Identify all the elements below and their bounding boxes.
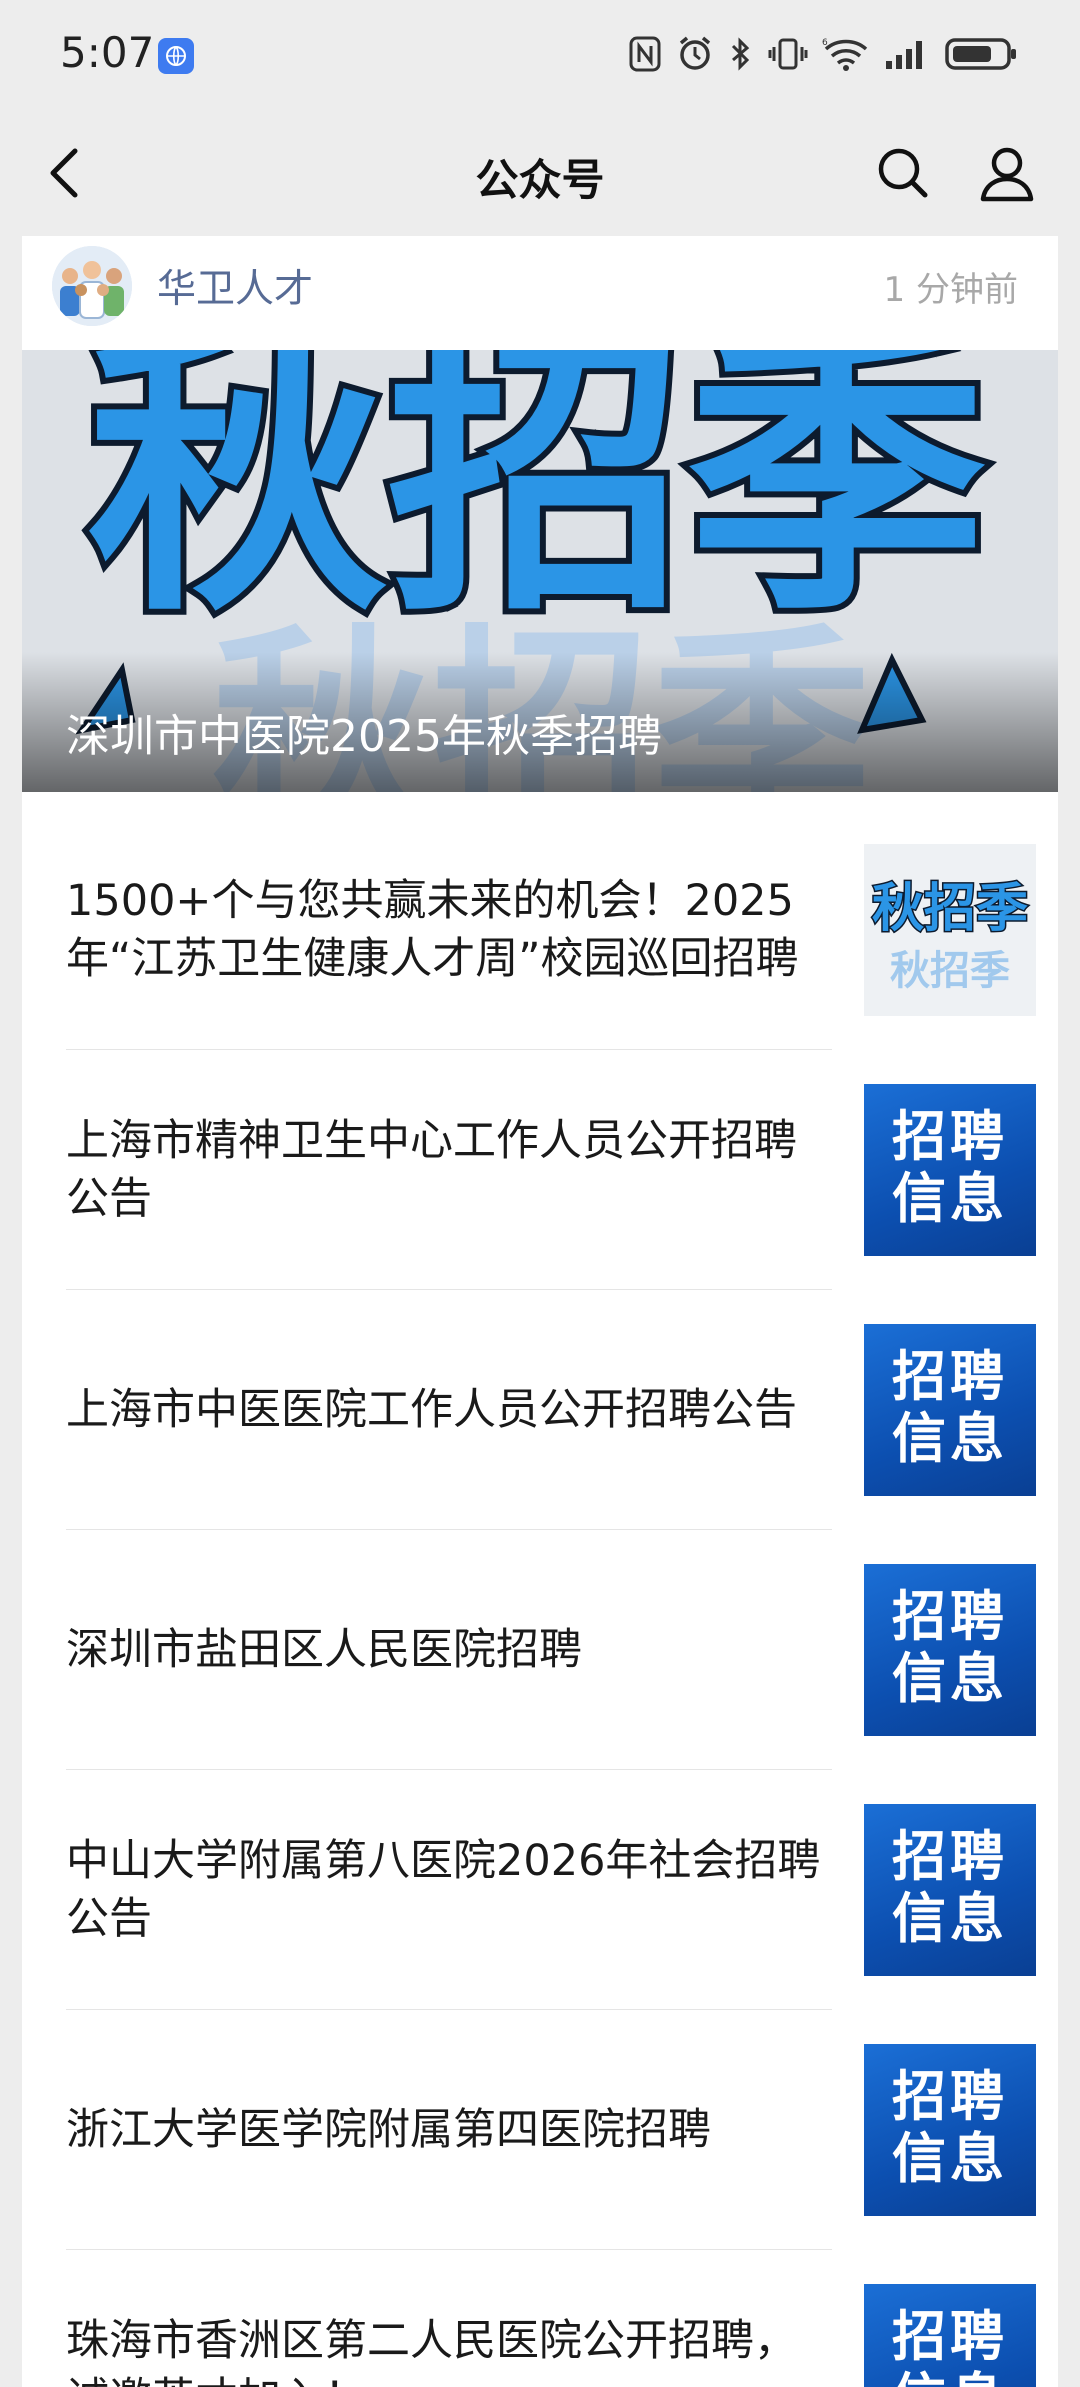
article-title[interactable]: 上海市精神卫生中心工作人员公开招聘公告	[66, 1050, 836, 1290]
browser-app-icon	[158, 38, 194, 74]
list-item[interactable]: 深圳市盐田区人民医院招聘 招聘 信息	[66, 1530, 1036, 1770]
hero-article[interactable]: 秋招季 秋招季 深圳市中医院2025年秋季招聘	[22, 350, 1058, 792]
account-header[interactable]: 华卫人才 1 分钟前	[22, 236, 1058, 350]
search-button[interactable]	[868, 138, 938, 208]
publish-time: 1 分钟前	[883, 270, 1018, 310]
svg-text:秋招季: 秋招季	[890, 948, 1010, 994]
status-time: 5:07	[60, 28, 155, 77]
article-thumbnail: 招聘信息	[864, 1564, 1036, 1736]
user-icon	[980, 147, 1034, 202]
vibrate-icon	[768, 38, 808, 70]
bluetooth-icon	[731, 37, 750, 71]
profile-button[interactable]	[972, 138, 1042, 208]
article-title[interactable]: 珠海市香洲区第二人民医院公开招聘，诚邀英才加入！	[66, 2250, 836, 2387]
article-thumbnail: 招聘信息	[864, 1084, 1036, 1256]
article-title[interactable]: 1500+个与您共赢未来的机会！2025年“江苏卫生健康人才周”校园巡回招聘	[66, 810, 836, 1050]
svg-text:6: 6	[822, 38, 828, 48]
article-thumbnail: 秋招季 秋招季	[864, 844, 1036, 1016]
article-thumbnail: 招聘信息	[864, 2284, 1036, 2387]
svg-text:秋招季: 秋招季	[872, 879, 1028, 939]
article-thumbnail: 招聘信息	[864, 1804, 1036, 1976]
nfc-icon	[629, 36, 661, 72]
alarm-icon	[679, 36, 711, 70]
article-title[interactable]: 浙江大学医学院附属第四医院招聘	[66, 2010, 836, 2250]
search-icon	[878, 148, 928, 198]
account-name[interactable]: 华卫人才	[157, 258, 313, 314]
list-item[interactable]: 浙江大学医学院附属第四医院招聘 招聘 信息	[66, 2010, 1036, 2250]
article-card: 华卫人才 1 分钟前 秋招季 秋招季 深圳市中医院2025年秋季招聘 1500+…	[22, 236, 1058, 2387]
signal-icon	[886, 41, 922, 69]
account-avatar[interactable]	[52, 246, 132, 326]
wifi-icon: 6	[822, 38, 868, 71]
article-title[interactable]: 上海市中医医院工作人员公开招聘公告	[66, 1290, 836, 1530]
article-title[interactable]: 深圳市盐田区人民医院招聘	[66, 1530, 836, 1770]
status-bar: 5:07 6	[0, 0, 1080, 108]
list-item[interactable]: 1500+个与您共赢未来的机会！2025年“江苏卫生健康人才周”校园巡回招聘 秋…	[66, 810, 1036, 1050]
status-icons: 6	[628, 30, 1018, 78]
list-item[interactable]: 上海市精神卫生中心工作人员公开招聘公告 招聘 信息	[66, 1050, 1036, 1290]
article-thumbnail: 招聘信息	[864, 1324, 1036, 1496]
hero-title[interactable]: 深圳市中医院2025年秋季招聘	[66, 700, 662, 764]
article-thumbnail: 招聘信息	[864, 2044, 1036, 2216]
list-item[interactable]: 珠海市香洲区第二人民医院公开招聘，诚邀英才加入！ 招聘信息	[66, 2250, 1036, 2387]
battery-icon	[945, 38, 1016, 70]
nav-bar: 公众号	[0, 108, 1080, 236]
list-item[interactable]: 中山大学附属第八医院2026年社会招聘公告 招聘 信息	[66, 1770, 1036, 2010]
list-item[interactable]: 上海市中医医院工作人员公开招聘公告 招聘 信息	[66, 1290, 1036, 1530]
article-title[interactable]: 中山大学附属第八医院2026年社会招聘公告	[66, 1770, 836, 2010]
svg-text:秋招季: 秋招季	[87, 350, 987, 651]
